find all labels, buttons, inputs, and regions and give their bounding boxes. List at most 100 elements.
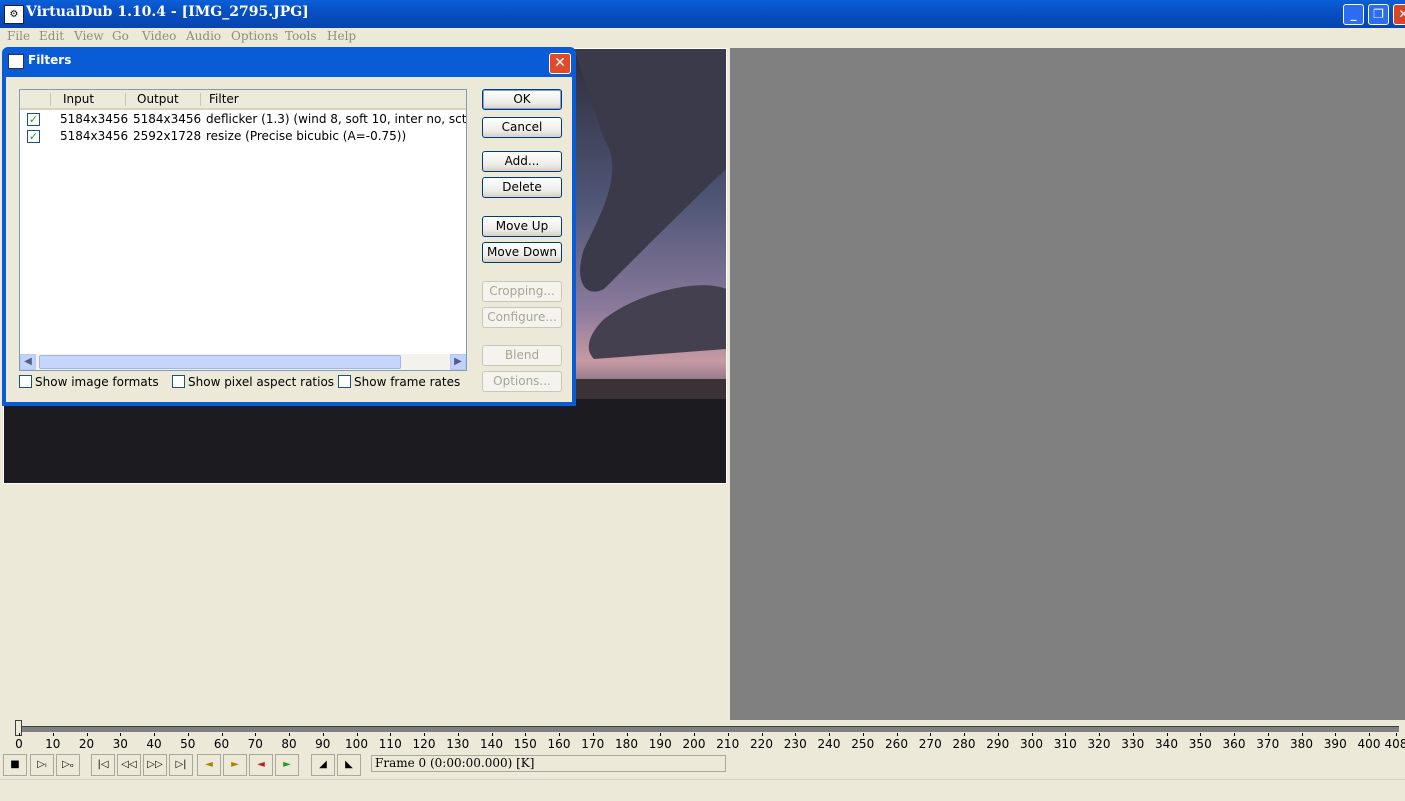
filter-list[interactable]: Input Output Filter ✓ 5184x3456 5184x345… <box>19 89 467 371</box>
timeline-tick-label: 230 <box>783 737 807 751</box>
filter-enabled-checkbox[interactable]: ✓ <box>27 130 40 143</box>
timeline-tick-label: 380 <box>1290 737 1313 751</box>
menu-tools[interactable]: Tools <box>285 29 317 43</box>
timeline-tick-mark <box>795 733 797 736</box>
ok-button[interactable]: OK <box>482 89 562 110</box>
frame-readout: Frame 0 (0:00:00.000) [K] <box>371 755 726 772</box>
timeline-tick-label: 190 <box>648 737 672 751</box>
end-icon[interactable]: ▷| <box>169 754 193 776</box>
timeline-tick-label: 250 <box>851 737 875 751</box>
timeline-tick-mark <box>1369 733 1370 736</box>
show-image-formats-checkbox[interactable]: Show image formats <box>19 375 159 389</box>
filter-input-size: 5184x3456 <box>60 112 129 126</box>
timeline-tick-mark <box>829 733 830 736</box>
blend-button[interactable]: Blend <box>482 345 562 366</box>
configure-button[interactable]: Configure... <box>482 307 562 328</box>
menu-view[interactable]: View <box>74 29 104 43</box>
timeline-tick-label: 60 <box>213 737 230 751</box>
menu-go[interactable]: Go <box>112 29 129 43</box>
timeline-track[interactable] <box>17 726 1399 732</box>
horizontal-scrollbar[interactable]: ◀ ▶ <box>20 354 466 370</box>
scene-back-icon[interactable]: ◄ <box>249 754 273 776</box>
start-icon[interactable]: |◁ <box>91 754 115 776</box>
filter-output-size: 5184x3456 <box>133 112 202 126</box>
delete-button[interactable]: Delete <box>482 177 562 198</box>
window-title: VirtualDub 1.10.4 - [IMG_2795.JPG] <box>26 4 309 20</box>
next-keyframe-icon[interactable]: ► <box>223 754 247 776</box>
timeline-tick-mark <box>525 733 527 736</box>
cropping-button[interactable]: Cropping... <box>482 281 562 302</box>
move-down-button[interactable]: Move Down <box>482 242 562 263</box>
play-output-icon[interactable]: ▷ₒ <box>56 754 80 776</box>
timeline-tick-label: 400 <box>1357 737 1381 751</box>
dialog-body: Input Output Filter ✓ 5184x3456 5184x345… <box>6 77 572 402</box>
checkbox-box[interactable] <box>338 375 351 388</box>
timeline-tick-mark <box>727 733 729 736</box>
timeline-tick-mark <box>559 733 560 736</box>
menu-help[interactable]: Help <box>327 29 356 43</box>
timeline-tick-mark <box>390 733 392 736</box>
column-separator[interactable] <box>200 93 201 106</box>
timeline-tick-mark <box>1132 733 1134 736</box>
column-separator[interactable] <box>50 93 51 106</box>
dialog-close-button[interactable]: ✕ <box>549 53 571 74</box>
prev-keyframe-icon[interactable]: ◄ <box>197 754 221 776</box>
menu-edit[interactable]: Edit <box>39 29 64 43</box>
timeline-tick-label: 150 <box>513 737 537 751</box>
timeline-tick-label: 160 <box>547 737 571 751</box>
timeline-tick-mark <box>1166 733 1168 736</box>
show-frame-rates-checkbox[interactable]: Show frame rates <box>338 375 460 389</box>
column-input[interactable]: Input <box>63 92 94 106</box>
prev-frame-icon[interactable]: ◁◁ <box>117 754 141 776</box>
scroll-left-icon[interactable]: ◀ <box>20 354 36 370</box>
filter-row[interactable]: ✓ 5184x3456 2592x1728 resize (Precise bi… <box>20 128 466 145</box>
timeline-tick-label: 170 <box>581 737 605 751</box>
timeline-tick-mark <box>626 733 628 736</box>
play-input-icon[interactable]: ▷ᵢ <box>30 754 54 776</box>
timeline-tick-mark <box>1065 733 1067 736</box>
title-bar: ⚙ VirtualDub 1.10.4 - [IMG_2795.JPG] _ ❐… <box>0 0 1405 28</box>
timeline-tick-label: 290 <box>986 737 1010 751</box>
scroll-right-icon[interactable]: ▶ <box>450 354 466 370</box>
checkbox-box[interactable] <box>19 375 32 388</box>
timeline-tick-label: 260 <box>885 737 908 751</box>
cancel-button[interactable]: Cancel <box>482 117 562 138</box>
timeline-tick-mark <box>356 733 358 736</box>
timeline-tick-mark <box>491 733 493 736</box>
timeline-tick-mark <box>457 733 459 736</box>
timeline-tick-mark <box>592 733 594 736</box>
menu-file[interactable]: File <box>7 29 30 43</box>
filter-enabled-checkbox[interactable]: ✓ <box>27 113 40 126</box>
stop-icon[interactable]: ■ <box>3 754 27 776</box>
column-output[interactable]: Output <box>137 92 179 106</box>
column-separator[interactable] <box>125 93 126 106</box>
next-frame-icon[interactable]: ▷▷ <box>143 754 167 776</box>
timeline-tick-mark <box>862 733 864 736</box>
timeline-tick-mark <box>930 733 932 736</box>
filter-row[interactable]: ✓ 5184x3456 5184x3456 deflicker (1.3) (w… <box>20 111 466 128</box>
menu-audio[interactable]: Audio <box>186 29 221 43</box>
restore-button[interactable]: ❐ <box>1368 4 1389 25</box>
minimize-button[interactable]: _ <box>1343 4 1364 25</box>
mark-out-icon[interactable]: ◣ <box>337 754 361 776</box>
timeline-tick-mark <box>120 733 122 736</box>
app-icon[interactable]: ⚙ <box>4 5 24 24</box>
checkbox-box[interactable] <box>172 375 185 388</box>
add-button[interactable]: Add... <box>482 151 562 172</box>
menu-video[interactable]: Video <box>142 29 176 43</box>
timeline-tick-mark <box>1335 733 1337 736</box>
move-up-button[interactable]: Move Up <box>482 216 562 237</box>
options-button[interactable]: Options... <box>482 371 562 392</box>
scrollbar-thumb[interactable] <box>39 355 401 369</box>
timeline-tick-mark <box>154 733 155 736</box>
close-button[interactable]: ✕ <box>1393 4 1405 25</box>
output-video-pane[interactable] <box>730 48 1405 720</box>
timeline-tick-mark <box>86 733 88 736</box>
timeline-tick-mark <box>19 733 20 736</box>
column-filter[interactable]: Filter <box>209 92 239 106</box>
mark-in-icon[interactable]: ◢ <box>311 754 335 776</box>
show-pixel-aspect-checkbox[interactable]: Show pixel aspect ratios <box>172 375 334 389</box>
timeline-tick-label: 180 <box>615 737 638 751</box>
menu-options[interactable]: Options <box>231 29 278 43</box>
scene-forward-icon[interactable]: ► <box>275 754 299 776</box>
